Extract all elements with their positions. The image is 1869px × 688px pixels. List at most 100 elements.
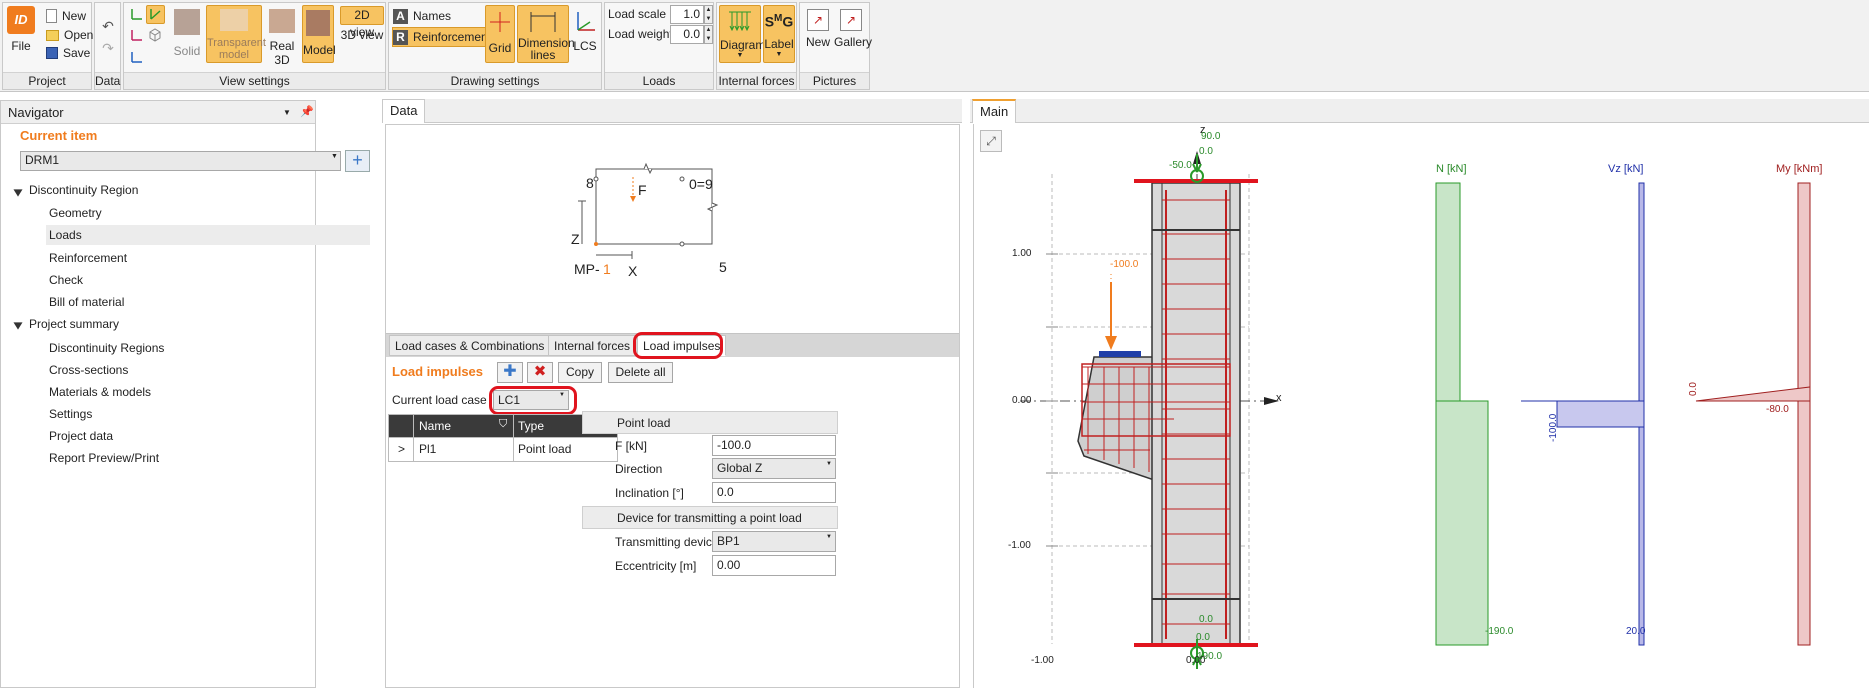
transparent-model-icon — [220, 9, 248, 31]
tree-reinforcement[interactable]: Reinforcement — [49, 248, 127, 268]
axes-xz-button[interactable] — [128, 27, 146, 45]
diagram-button[interactable]: Diagram ▼ — [719, 5, 765, 63]
undo-button[interactable]: ↶ — [99, 19, 117, 37]
delete-all-button[interactable]: Delete all — [608, 362, 673, 383]
solid-button[interactable]: Solid — [170, 6, 204, 58]
n-diagram-title: N [kN] — [1436, 163, 1467, 175]
view-3d-cube-button[interactable] — [146, 27, 164, 45]
group-label: Loads — [605, 72, 713, 89]
device-label: Transmitting device — [615, 535, 719, 549]
tree-check[interactable]: Check — [49, 270, 83, 290]
new-file-icon — [46, 9, 57, 23]
grid-button[interactable]: Grid — [485, 5, 515, 63]
y-tick-1: 1.00 — [1012, 248, 1032, 259]
chevron-down-icon: ▼ — [826, 461, 832, 467]
f-input[interactable]: -100.0 — [712, 435, 836, 456]
my-diagram-wedge — [1695, 386, 1811, 402]
dimension-lines-icon — [530, 12, 556, 32]
eccentricity-input[interactable]: 0.00 — [712, 555, 836, 576]
names-button[interactable]: A Names — [393, 6, 451, 26]
real-3d-button[interactable]: Real 3D — [265, 6, 299, 67]
add-impulse-button[interactable]: ✚ — [497, 362, 523, 383]
axes-xy-button[interactable] — [128, 49, 146, 67]
y-tick-minus-1: -1.00 — [1008, 540, 1031, 551]
tree-loads[interactable]: Loads — [46, 225, 370, 245]
load-arrow-head — [630, 196, 636, 202]
reaction-bot-190: 190.0 — [1197, 651, 1223, 662]
open-button[interactable]: Open — [46, 25, 93, 45]
expand-discontinuity-region-icon[interactable] — [13, 189, 23, 197]
tree-bill-of-material[interactable]: Bill of material — [49, 292, 124, 312]
tree-settings[interactable]: Settings — [49, 404, 92, 424]
axes-icon — [131, 30, 142, 41]
direction-select[interactable]: Global Z — [712, 458, 836, 479]
pictures-group: ↗ New ↗ Gallery Pictures — [799, 2, 872, 90]
folder-icon — [46, 29, 59, 41]
current-item-select[interactable] — [20, 151, 341, 171]
reaction-top-0: 0.0 — [1199, 146, 1213, 157]
tab-load-cases[interactable]: Load cases & Combinations — [389, 335, 551, 356]
model-drawing — [1020, 151, 1811, 669]
view-2d-button[interactable]: 2D view — [340, 6, 384, 39]
redo-button[interactable]: ↷ — [99, 41, 117, 59]
reaction-bot-0a: 0.0 — [1199, 614, 1213, 625]
add-item-button[interactable]: + — [345, 150, 370, 172]
data-panel-tabstrip — [382, 99, 962, 123]
tree-project-summary[interactable]: Project summary — [29, 314, 119, 334]
new-button[interactable]: New — [46, 6, 86, 26]
transparent-model-button[interactable]: Transparent model — [206, 5, 266, 63]
undo-icon: ↶ — [102, 18, 114, 34]
tree-cross-sections[interactable]: Cross-sections — [49, 360, 128, 380]
tree-discontinuity-region[interactable]: Discontinuity Region — [29, 180, 138, 200]
reinforcement-button[interactable]: R Reinforcement — [392, 27, 498, 47]
row-selector-icon: > — [398, 442, 406, 456]
tree-report-preview[interactable]: Report Preview/Print — [49, 448, 159, 468]
save-icon — [46, 47, 58, 59]
tree-project-data[interactable]: Project data — [49, 426, 113, 446]
tree-materials-models[interactable]: Materials & models — [49, 382, 151, 402]
current-item-label: Current item — [20, 128, 98, 143]
new-picture-button[interactable]: ↗ New — [803, 6, 833, 58]
node-8 — [593, 176, 599, 182]
current-load-case-label: Current load case — [392, 393, 487, 407]
my-diagram-bottom — [1797, 400, 1811, 646]
label-button[interactable]: SMG Label ▼ — [763, 5, 795, 63]
my-diagram-value-mid: -80.0 — [1766, 404, 1789, 415]
inclination-input[interactable]: 0.0 — [712, 482, 836, 503]
load-weight-spinner[interactable]: ▲ ▼ — [704, 25, 713, 44]
delete-impulse-button[interactable]: ✖ — [527, 362, 553, 383]
tab-data[interactable]: Data — [382, 99, 426, 123]
tree-discontinuity-regions[interactable]: Discontinuity Regions — [49, 338, 164, 358]
load-weight-input[interactable]: 0.0 — [670, 25, 704, 44]
load-scale-input[interactable]: 1.0 — [670, 5, 704, 24]
ribbon: ID File New Open Save Project ↶ ↷ Data S… — [0, 0, 1869, 92]
group-label: Data — [95, 72, 121, 89]
node-5 — [679, 241, 685, 247]
dimension-lines-button[interactable]: Dimension lines — [517, 5, 575, 63]
dropdown-icon[interactable]: ▼ — [283, 101, 291, 124]
filter-icon[interactable]: ⛉ — [499, 418, 507, 431]
pin-icon[interactable]: 📌 — [300, 101, 314, 124]
expand-project-summary-icon[interactable] — [13, 322, 23, 330]
tree-geometry[interactable]: Geometry — [49, 203, 102, 223]
model-button[interactable]: Model — [302, 5, 336, 63]
device-select[interactable]: BP1 — [712, 531, 836, 552]
lcs-button[interactable]: LCS — [571, 6, 599, 58]
tab-main[interactable]: Main — [972, 99, 1017, 123]
copy-button[interactable]: Copy — [558, 362, 602, 383]
axes-xyz-button[interactable] — [128, 6, 146, 24]
axes-yz-button[interactable] — [146, 5, 165, 24]
view-3d-button[interactable]: 3D view — [340, 27, 384, 46]
table-divider — [413, 415, 414, 461]
load-scale-spinner[interactable]: ▲ ▼ — [704, 5, 713, 24]
main-canvas[interactable]: ⤢ z x 1.00 0.00 -1.00 -1.00 0.00 90.0 0.… — [973, 124, 1869, 688]
gallery-button[interactable]: ↗ Gallery — [834, 6, 872, 58]
sketch-node-8: 8 — [586, 175, 594, 191]
tab-internal-forces[interactable]: Internal forces — [548, 335, 637, 356]
save-button[interactable]: Save — [46, 43, 90, 63]
load-scale-label: Load scale — [608, 7, 667, 21]
gallery-icon: ↗ — [840, 9, 862, 31]
delete-icon: ✖ — [533, 363, 547, 380]
plus-icon: + — [352, 150, 363, 170]
file-button[interactable]: ID File — [6, 6, 36, 58]
